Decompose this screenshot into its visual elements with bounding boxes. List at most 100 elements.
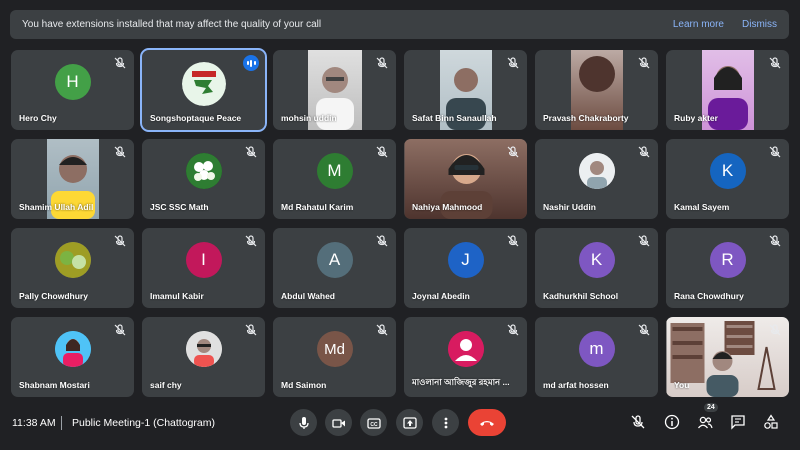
participant-tile[interactable]: Shamim Ullah Adil <box>11 139 134 219</box>
participant-tile[interactable]: saif chy <box>142 317 265 397</box>
participant-name: Kamal Sayem <box>674 202 730 212</box>
participant-name: Songshoptaque Peace <box>150 113 242 123</box>
meeting-details-button[interactable] <box>662 412 682 432</box>
participant-tile[interactable]: Pally Chowdhury <box>11 228 134 308</box>
mic-muted-icon <box>376 57 388 69</box>
camera-button[interactable] <box>325 409 352 436</box>
participant-tile[interactable]: Shabnam Mostari <box>11 317 134 397</box>
participant-name: Rana Chowdhury <box>674 291 744 301</box>
more-options-button[interactable] <box>432 409 459 436</box>
mic-muted-icon <box>376 235 388 247</box>
avatar <box>185 153 222 189</box>
participant-tile[interactable]: Songshoptaque Peace <box>140 48 267 132</box>
participant-tile[interactable]: A Abdul Wahed <box>273 228 396 308</box>
mic-muted-icon <box>638 57 650 69</box>
avatar: A <box>316 242 353 278</box>
participant-name: mohsin uddin <box>281 113 337 123</box>
leave-call-button[interactable] <box>468 409 506 436</box>
participant-tile[interactable]: J Joynal Abedin <box>404 228 527 308</box>
participant-name: Ruby akter <box>674 113 718 123</box>
participant-tile[interactable]: Pravash Chakraborty <box>535 50 658 130</box>
mic-muted-icon <box>507 324 519 336</box>
people-button[interactable] <box>695 412 715 432</box>
mic-muted-icon <box>245 146 257 158</box>
participant-tile[interactable]: Nahiya Mahmood <box>404 139 527 219</box>
participant-name: Shamim Ullah Adil <box>19 202 94 212</box>
avatar: m <box>578 331 615 367</box>
learn-more-link[interactable]: Learn more <box>673 19 724 30</box>
mic-muted-icon <box>114 146 126 158</box>
present-screen-button[interactable] <box>396 409 423 436</box>
participant-tile[interactable]: I Imamul Kabir <box>142 228 265 308</box>
svg-text:CC: CC <box>370 422 378 428</box>
participant-tile[interactable]: M Md Rahatul Karim <box>273 139 396 219</box>
video-camera-icon <box>331 418 345 428</box>
mic-muted-icon <box>114 235 126 247</box>
participant-tile[interactable]: Safat Binn Sanaullah <box>404 50 527 130</box>
dismiss-button[interactable]: Dismiss <box>742 19 777 30</box>
info-icon <box>664 414 680 430</box>
participant-tile[interactable]: R Rana Chowdhury <box>666 228 789 308</box>
participant-name: Hero Chy <box>19 113 57 123</box>
avatar <box>181 62 226 107</box>
mic-muted-icon <box>769 324 781 336</box>
meeting-name: Public Meeting-1 (Chattogram) <box>72 417 215 429</box>
participant-name: Abdul Wahed <box>281 291 335 301</box>
avatar: H <box>54 64 91 100</box>
participant-name: Nahiya Mahmood <box>412 202 483 212</box>
mic-muted-icon <box>114 57 126 69</box>
activities-button[interactable] <box>761 412 781 432</box>
mic-muted-icon <box>376 324 388 336</box>
speaking-indicator-icon <box>243 55 259 71</box>
microphone-icon <box>298 416 309 429</box>
mic-muted-icon <box>638 235 650 247</box>
mic-off-icon <box>631 415 645 429</box>
mic-muted-icon <box>507 57 519 69</box>
participant-name: JSC SSC Math <box>150 202 209 212</box>
extensions-warning-banner: You have extensions installed that may a… <box>10 10 789 39</box>
participant-tile[interactable]: Md Md Saimon <box>273 317 396 397</box>
participant-grid: H Hero Chy Songshoptaque Peace mohsin ud… <box>11 48 789 397</box>
mic-muted-icon <box>769 235 781 247</box>
avatar: J <box>447 242 484 278</box>
mic-muted-icon <box>245 235 257 247</box>
captions-button[interactable]: CC <box>360 409 387 436</box>
avatar <box>54 331 91 367</box>
participant-tile[interactable]: Nashir Uddin <box>535 139 658 219</box>
participant-tile[interactable]: Ruby akter <box>666 50 789 130</box>
meeting-time: 11:38 AM <box>12 417 56 429</box>
participant-tile[interactable]: H Hero Chy <box>11 50 134 130</box>
microphone-button[interactable] <box>290 409 317 436</box>
participant-tile[interactable]: m md arfat hossen <box>535 317 658 397</box>
avatar: Md <box>316 331 353 367</box>
more-vert-icon <box>444 417 447 428</box>
participant-name: Pravash Chakraborty <box>543 113 629 123</box>
participant-name: md arfat hossen <box>543 380 609 390</box>
avatar <box>54 242 91 278</box>
participant-tile[interactable]: mohsin uddin <box>273 50 396 130</box>
participant-count-badge: 24 <box>704 403 718 412</box>
participant-name: Md Saimon <box>281 380 327 390</box>
mute-all-button[interactable] <box>628 412 648 432</box>
avatar: K <box>578 242 615 278</box>
closed-captions-icon: CC <box>366 417 381 429</box>
mic-muted-icon <box>114 324 126 336</box>
avatar: K <box>709 153 746 189</box>
participant-name: Nashir Uddin <box>543 202 596 212</box>
avatar: I <box>185 242 222 278</box>
mic-muted-icon <box>245 324 257 336</box>
mic-muted-icon <box>769 146 781 158</box>
participant-name: Kadhurkhil School <box>543 291 619 301</box>
participant-tile[interactable]: K Kadhurkhil School <box>535 228 658 308</box>
self-view-tile[interactable]: You <box>666 317 789 397</box>
meeting-controls-bar: 11:38 AM Public Meeting-1 (Chattogram) C… <box>0 400 800 450</box>
participant-tile[interactable]: JSC SSC Math <box>142 139 265 219</box>
avatar <box>578 153 615 189</box>
chat-button[interactable] <box>728 412 748 432</box>
banner-message: You have extensions installed that may a… <box>22 19 322 30</box>
mic-muted-icon <box>638 324 650 336</box>
participant-tile[interactable]: K Kamal Sayem <box>666 139 789 219</box>
participant-tile[interactable]: মাওলানা আজিজুর রহমান ... <box>404 317 527 397</box>
mic-muted-icon <box>769 57 781 69</box>
participant-name: Pally Chowdhury <box>19 291 88 301</box>
